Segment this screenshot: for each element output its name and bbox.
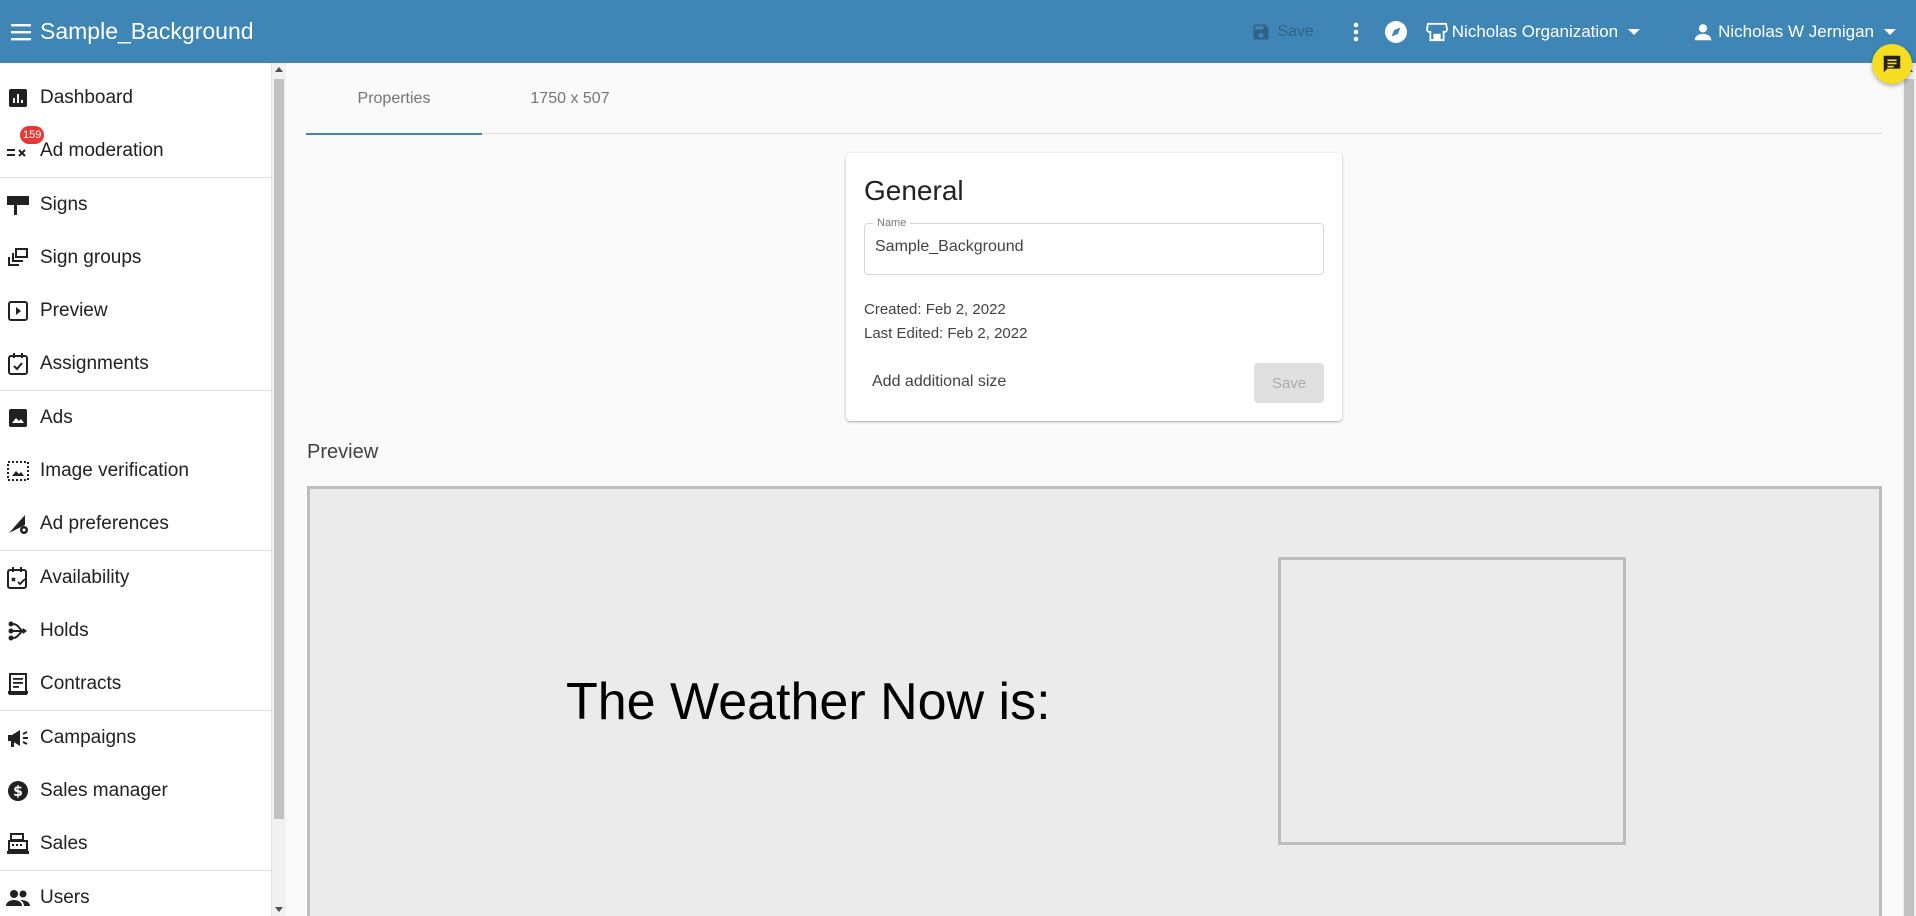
sidebar-item-ad-moderation[interactable]: 159 Ad moderation bbox=[0, 124, 271, 177]
ad-preferences-icon bbox=[6, 512, 30, 536]
sidebar-item-contracts[interactable]: Contracts bbox=[0, 657, 271, 710]
image-verification-icon bbox=[6, 459, 30, 483]
menu-button[interactable] bbox=[4, 14, 40, 50]
preview-canvas: The Weather Now is: bbox=[307, 486, 1882, 916]
sidebar-item-holds[interactable]: Holds bbox=[0, 604, 271, 657]
chat-icon bbox=[1883, 55, 1901, 73]
top-app-bar: Sample_Background Save Nicholas Organiza… bbox=[0, 0, 1916, 63]
image-icon bbox=[6, 406, 30, 430]
sidebar-item-campaigns[interactable]: Campaigns bbox=[0, 711, 271, 764]
holds-icon bbox=[6, 619, 30, 643]
dashboard-icon bbox=[6, 86, 30, 110]
weather-widget-frame bbox=[1278, 557, 1626, 845]
card-title: General bbox=[864, 175, 964, 206]
main-scrollbar[interactable] bbox=[1902, 63, 1916, 916]
sidebar: Dashboard 159 Ad moderation Signs Sign g… bbox=[0, 63, 272, 916]
campaigns-icon bbox=[6, 726, 30, 750]
chat-button[interactable] bbox=[1872, 44, 1912, 84]
sidebar-item-preview[interactable]: Preview bbox=[0, 284, 271, 337]
scrollbar-thumb[interactable] bbox=[1904, 79, 1914, 916]
users-icon bbox=[6, 886, 30, 910]
sidebar-item-ad-preferences[interactable]: Ad preferences bbox=[0, 497, 271, 550]
created-date: Created: Feb 2, 2022 bbox=[864, 301, 1006, 318]
chevron-down-icon bbox=[1628, 28, 1641, 35]
menu-icon bbox=[11, 23, 31, 40]
dollar-icon: $ bbox=[6, 779, 30, 803]
explore-button[interactable] bbox=[1376, 12, 1416, 52]
sidebar-item-availability[interactable]: Availability bbox=[0, 551, 271, 604]
person-icon bbox=[1694, 23, 1712, 40]
save-icon bbox=[1253, 24, 1269, 39]
contracts-icon bbox=[6, 672, 30, 696]
sign-icon bbox=[6, 193, 30, 217]
user-menu[interactable]: Nicholas W Jernigan bbox=[1686, 21, 1902, 43]
tab-properties[interactable]: Properties bbox=[306, 63, 482, 135]
organization-selector[interactable]: Nicholas Organization bbox=[1420, 22, 1646, 42]
name-input[interactable] bbox=[875, 238, 1305, 256]
compass-icon bbox=[1384, 20, 1407, 43]
sidebar-scrollbar[interactable] bbox=[272, 63, 286, 916]
general-card: General Name Created: Feb 2, 2022 Last E… bbox=[846, 153, 1342, 421]
preview-heading: Preview bbox=[307, 441, 379, 463]
sign-groups-icon bbox=[6, 246, 30, 270]
sidebar-item-sales[interactable]: Sales bbox=[0, 817, 271, 870]
sidebar-item-image-verification[interactable]: Image verification bbox=[0, 444, 271, 497]
tab-size-1750x507[interactable]: 1750 x 507 bbox=[482, 63, 658, 134]
add-size-button[interactable]: Add additional size bbox=[864, 373, 1014, 391]
sidebar-item-ads[interactable]: Ads bbox=[0, 391, 271, 444]
tab-bar: Properties 1750 x 507 bbox=[306, 63, 1882, 135]
store-icon bbox=[1425, 22, 1448, 41]
chevron-down-icon bbox=[1884, 28, 1896, 35]
scroll-down-arrow-icon[interactable] bbox=[275, 907, 283, 912]
scroll-up-arrow-icon[interactable] bbox=[275, 67, 283, 72]
last-edited-date: Last Edited: Feb 2, 2022 bbox=[864, 325, 1028, 342]
preview-icon bbox=[6, 299, 30, 323]
main-content: Properties 1750 x 507 General Name Creat… bbox=[286, 63, 1902, 916]
sidebar-item-assignments[interactable]: Assignments bbox=[0, 337, 271, 390]
scrollbar-thumb[interactable] bbox=[274, 79, 284, 819]
name-field[interactable]: Name bbox=[864, 217, 1324, 275]
register-icon bbox=[6, 832, 30, 856]
weather-text: The Weather Now is: bbox=[566, 673, 1051, 731]
name-field-label: Name bbox=[873, 217, 911, 229]
page-title: Sample_Background bbox=[40, 18, 254, 44]
more-options-button[interactable] bbox=[1336, 12, 1376, 52]
svg-text:$: $ bbox=[13, 784, 23, 800]
sidebar-item-sign-groups[interactable]: Sign groups bbox=[0, 231, 271, 284]
toolbar-save-button[interactable]: Save bbox=[1251, 22, 1314, 42]
sidebar-item-users[interactable]: Users bbox=[0, 871, 271, 916]
calendar-check-icon bbox=[6, 352, 30, 376]
more-vert-icon bbox=[1353, 22, 1359, 41]
sidebar-item-dashboard[interactable]: Dashboard bbox=[0, 71, 271, 124]
sidebar-item-sales-manager[interactable]: $ Sales manager bbox=[0, 764, 271, 817]
save-button[interactable]: Save bbox=[1254, 363, 1324, 403]
moderation-badge: 159 bbox=[20, 126, 45, 144]
sidebar-item-signs[interactable]: Signs bbox=[0, 178, 271, 231]
availability-icon bbox=[6, 566, 30, 590]
